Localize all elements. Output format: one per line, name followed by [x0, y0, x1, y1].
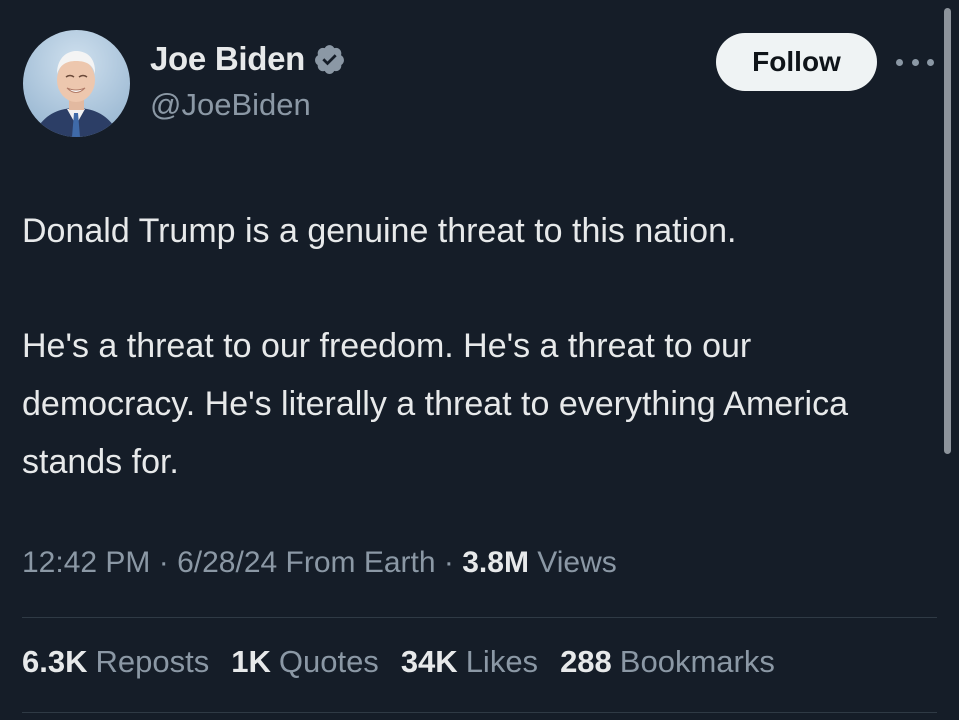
tweet-date[interactable]: 6/28/24: [177, 546, 277, 579]
views-count: 3.8M: [462, 546, 529, 579]
stat-label: Likes: [465, 644, 539, 679]
avatar[interactable]: [23, 30, 130, 137]
divider: [22, 617, 937, 618]
scrollbar[interactable]: [944, 8, 951, 454]
more-dot: [896, 58, 903, 66]
tweet-text: Donald Trump is a genuine threat to this…: [22, 202, 927, 491]
stat-label: Quotes: [278, 644, 379, 679]
author-display-name[interactable]: Joe Biden: [150, 40, 305, 78]
divider: [22, 712, 937, 713]
follow-button[interactable]: Follow: [716, 33, 877, 91]
stat-count: 1K: [231, 644, 271, 679]
author-handle[interactable]: @JoeBiden: [150, 87, 311, 123]
verified-badge-icon: [313, 43, 346, 76]
stat-reposts[interactable]: 6.3K Reposts: [22, 644, 209, 680]
more-dot: [911, 58, 919, 66]
stat-count: 288: [560, 644, 612, 679]
stat-quotes[interactable]: 1K Quotes: [231, 644, 379, 680]
tweet-source: From Earth: [285, 546, 436, 579]
tweet-paragraph: He's a threat to our freedom. He's a thr…: [22, 327, 848, 481]
meta-separator: ·: [443, 546, 463, 579]
more-dot: [927, 58, 934, 66]
tweet-paragraph: Donald Trump is a genuine threat to this…: [22, 212, 737, 250]
stat-bookmarks[interactable]: 288 Bookmarks: [560, 644, 775, 680]
author-name-row[interactable]: Joe Biden: [150, 40, 346, 78]
stat-label: Bookmarks: [619, 644, 775, 679]
stat-count: 34K: [400, 644, 458, 679]
views-label: Views: [537, 546, 617, 579]
tweet-card: Joe Biden @JoeBiden Follow Donald Trump …: [0, 0, 959, 720]
avatar-image: [33, 51, 120, 137]
meta-separator: ·: [158, 546, 178, 579]
stat-count: 6.3K: [22, 644, 88, 679]
more-options-icon[interactable]: [896, 52, 934, 72]
stat-likes[interactable]: 34K Likes: [401, 644, 538, 680]
tweet-meta: 12:42 PM · 6/28/24 From Earth · 3.8M Vie…: [22, 546, 617, 580]
stat-label: Reposts: [95, 644, 210, 679]
tweet-time[interactable]: 12:42 PM: [22, 546, 150, 579]
engagement-stats: 6.3K Reposts 1K Quotes 34K Likes 288 Bookmar…: [22, 644, 775, 680]
